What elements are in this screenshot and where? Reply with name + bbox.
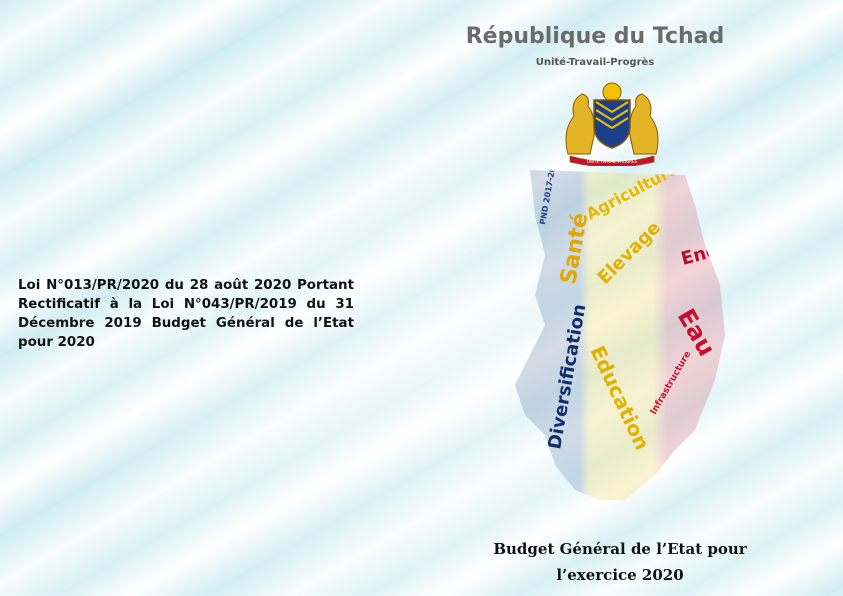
budget-title-line1: Budget Général de l’Etat pour: [493, 540, 747, 558]
budget-title: Budget Général de l’Etat pour l’exercice…: [440, 536, 800, 588]
coat-motto-scroll: UNITÉ TRAVAIL PROGRÈS: [587, 159, 638, 164]
national-motto: Unité-Travail-Progrès: [535, 57, 655, 68]
budget-title-line2: l’exercice 2020: [556, 566, 684, 584]
chad-map-word-cloud: Agriculture Santé Elevage Eau Energie Ed…: [515, 170, 725, 500]
law-reference: Loi N°013/PR/2020 du 28 août 2020 Portan…: [18, 278, 354, 350]
country-title: République du Tchad: [465, 24, 725, 49]
coat-of-arms-icon: UNITÉ TRAVAIL PROGRÈS: [565, 82, 659, 166]
